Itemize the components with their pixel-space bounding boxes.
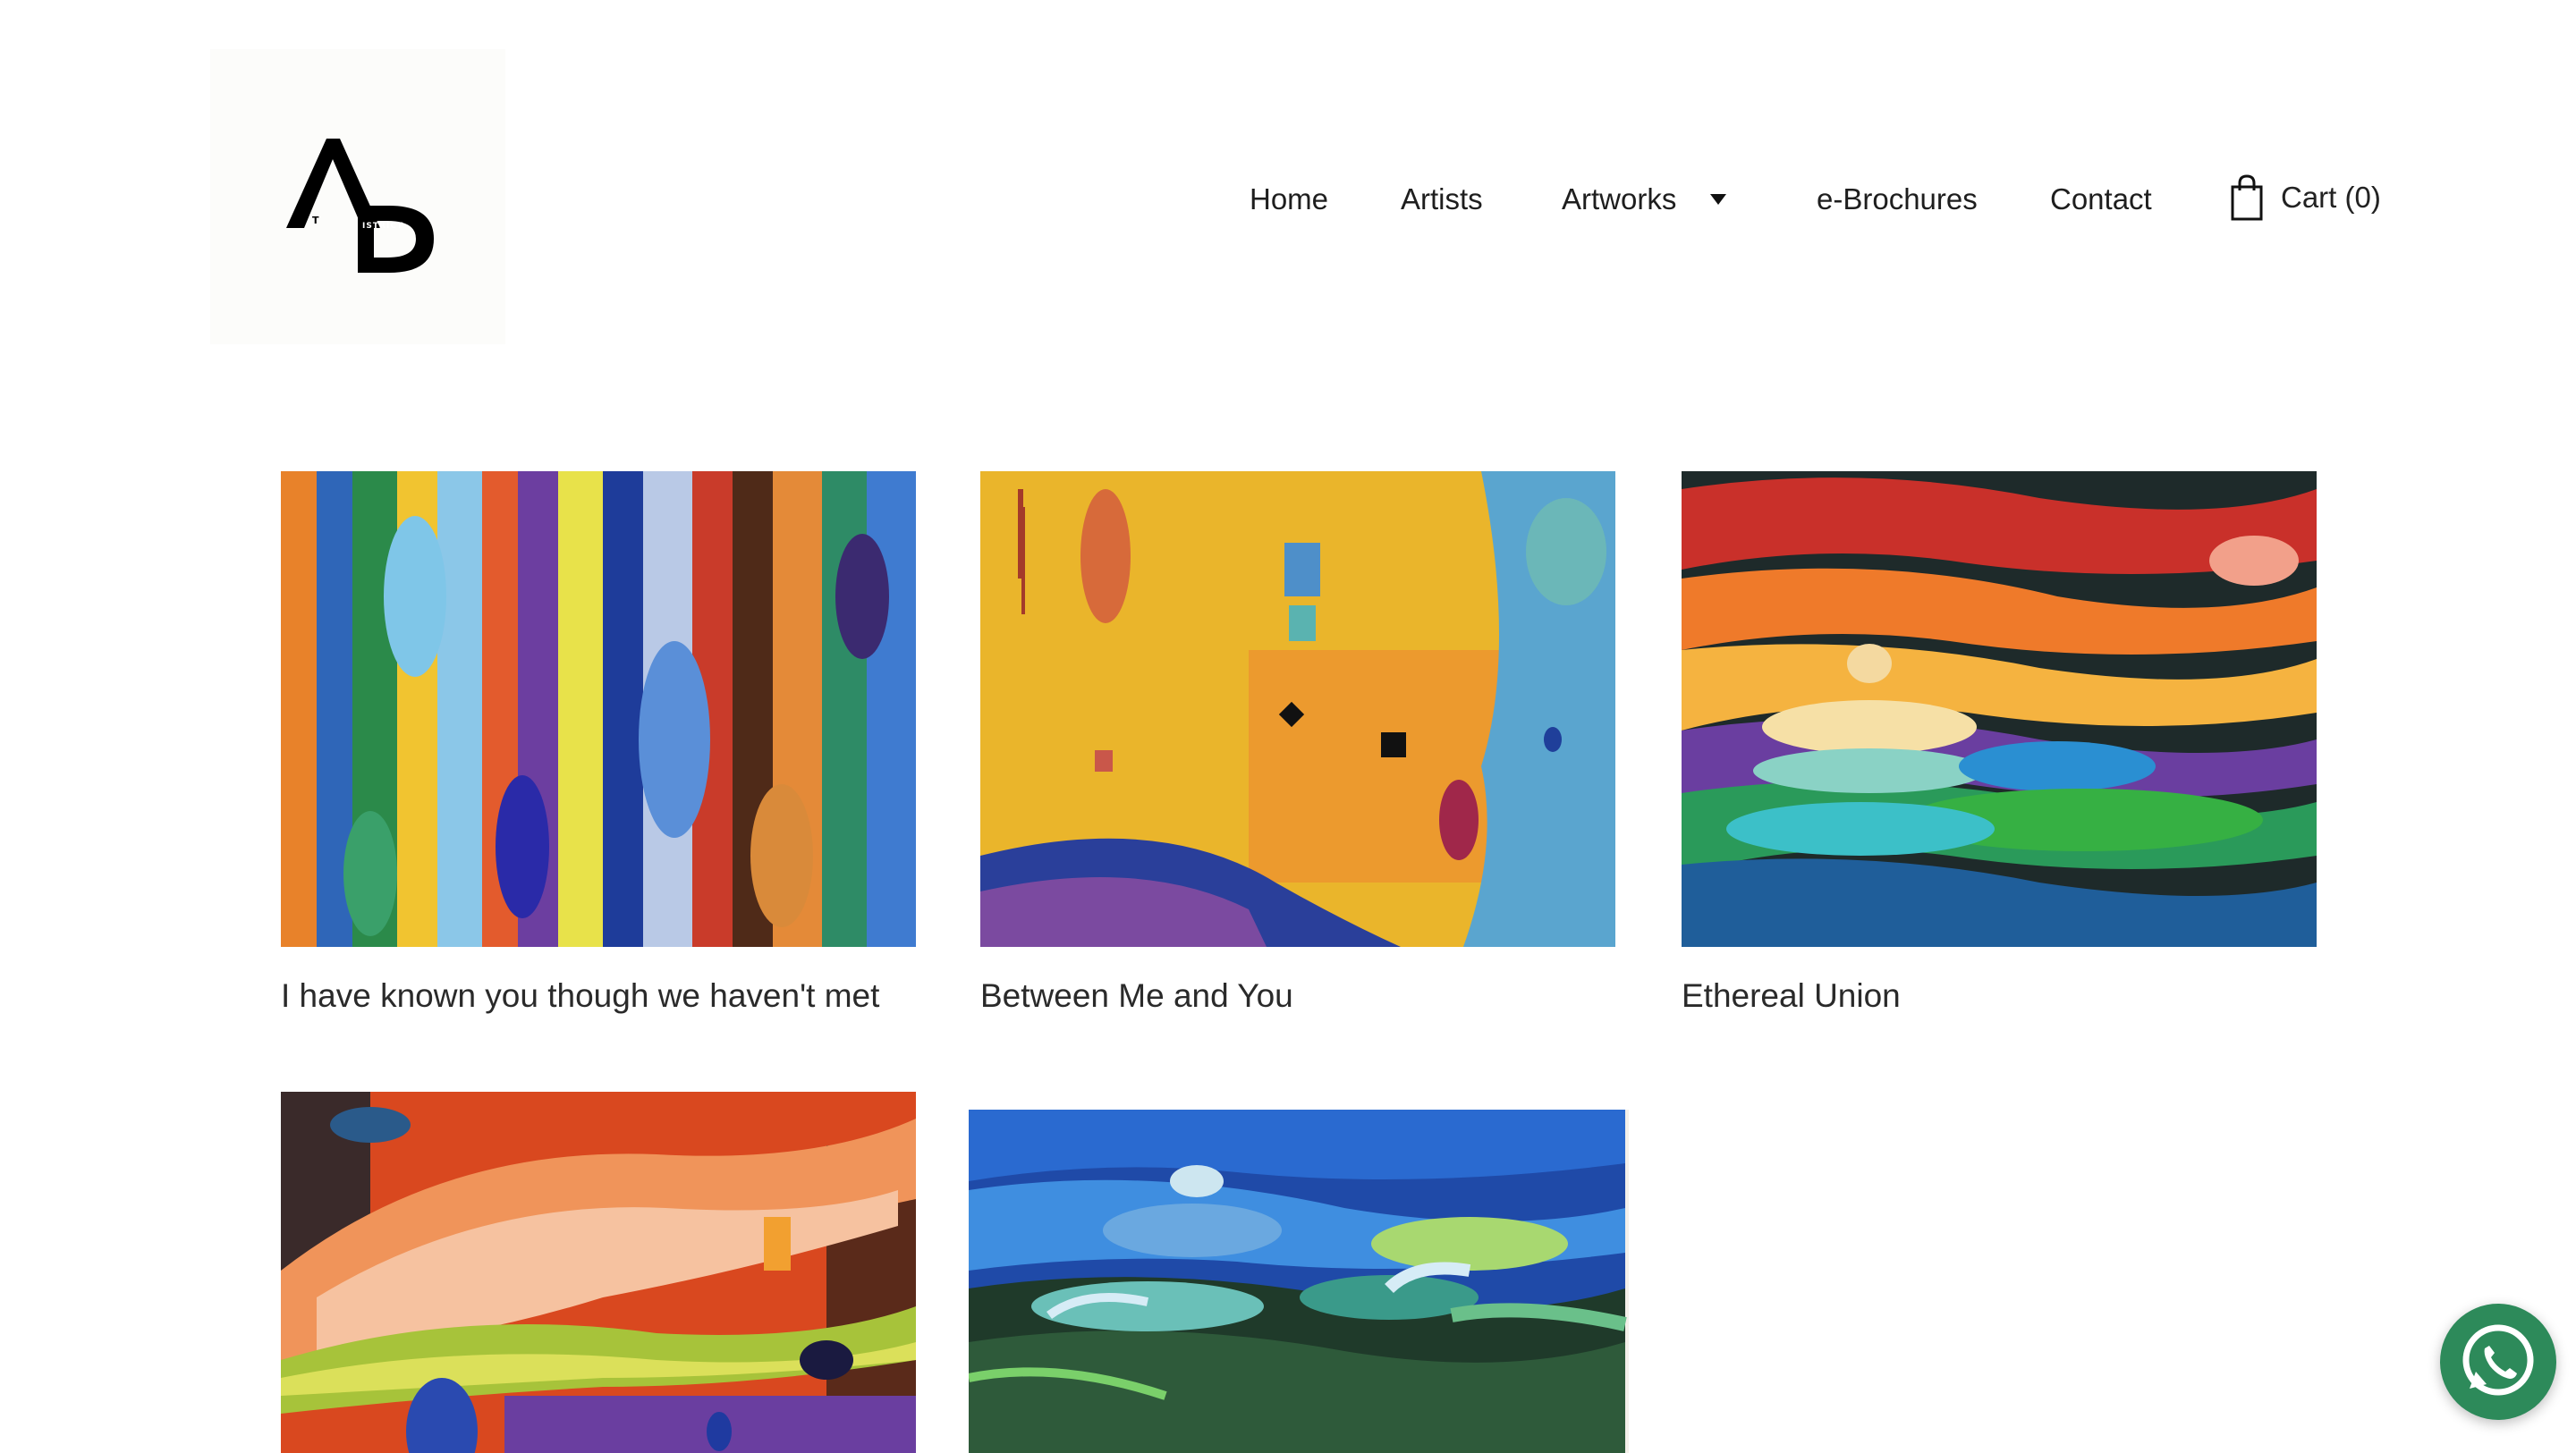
artwork-title[interactable]: Between Me and You [980,974,1293,1018]
nav-home[interactable]: Home [1250,174,1328,224]
cart-label: Cart (0) [2281,181,2381,214]
site-header: RT ISTRICT Home Artists Artworks e-Broch… [0,0,2576,376]
artwork-card[interactable]: Between Me and You [980,471,1615,1026]
artwork-card[interactable] [969,1110,1629,1453]
artwork-image[interactable] [281,471,916,947]
caret-down-icon[interactable] [1708,190,1728,209]
artwork-card[interactable]: I have known you though we haven't met [281,471,916,1026]
whatsapp-icon [2462,1324,2534,1396]
nav-artists[interactable]: Artists [1401,174,1483,224]
artwork-image[interactable] [281,1092,916,1453]
nav-e-brochures[interactable]: e-Brochures [1817,174,1978,224]
main-nav: Home Artists Artworks e-Brochures Contac… [0,174,2576,224]
artwork-card[interactable] [281,1092,916,1453]
artwork-title[interactable]: I have known you though we haven't met [281,974,879,1018]
artwork-title[interactable]: Ethereal Union [1682,974,1901,1018]
artwork-image[interactable] [1682,471,2317,947]
whatsapp-chat-button[interactable] [2440,1304,2556,1420]
nav-contact[interactable]: Contact [2050,174,2152,224]
nav-artworks[interactable]: Artworks [1562,174,1676,224]
shopping-bag-icon [2231,174,2263,221]
artwork-image[interactable] [969,1110,1629,1453]
artwork-image[interactable] [980,471,1615,947]
artwork-card[interactable]: Ethereal Union [1682,471,2317,1026]
